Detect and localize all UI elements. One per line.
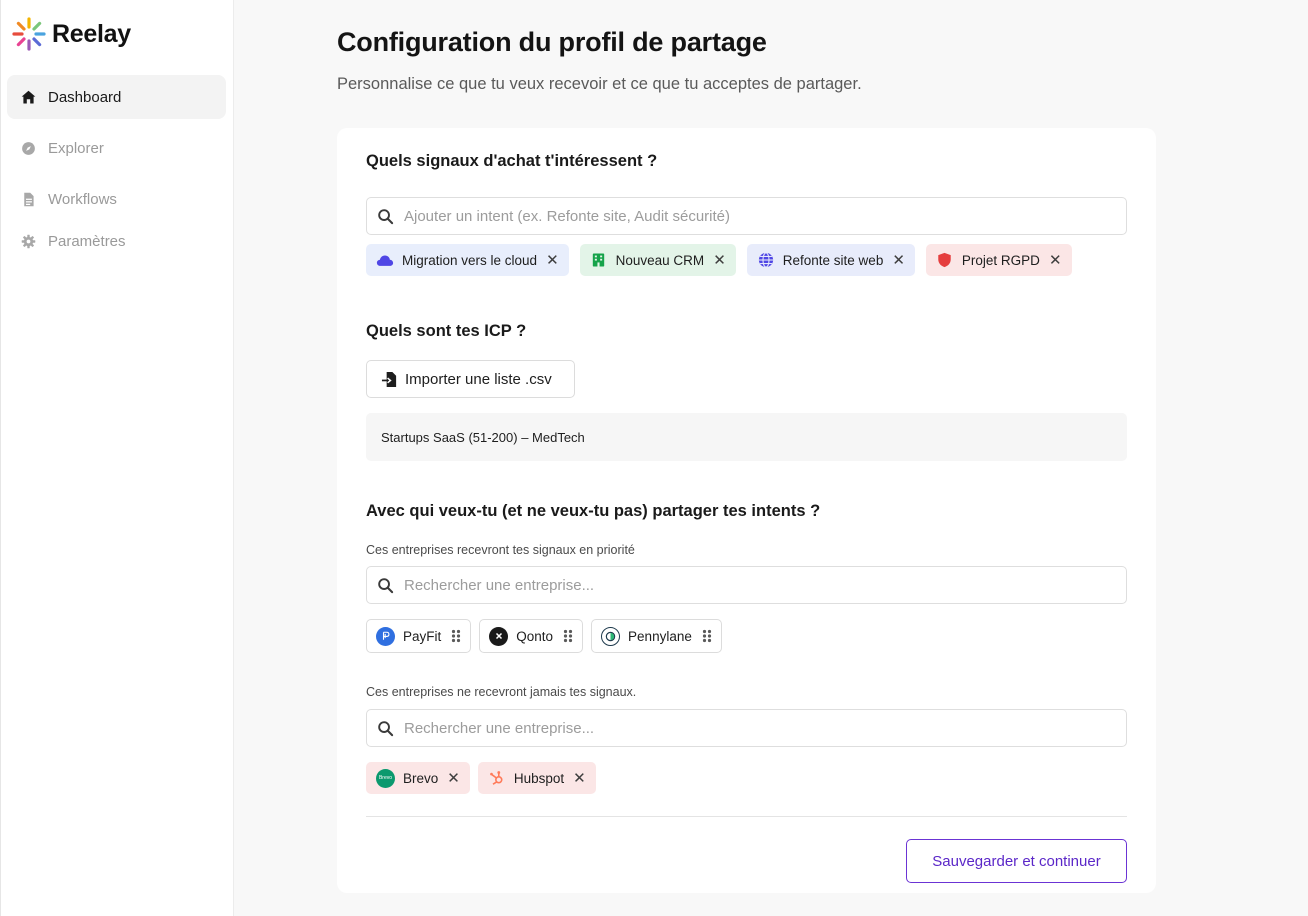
hubspot-logo-icon [488, 769, 506, 787]
file-import-icon [381, 371, 398, 388]
intent-tags: Migration vers le cloud ✕ Nouveau CRM ✕ … [366, 244, 1072, 276]
save-and-continue-button[interactable]: Sauvegarder et continuer [906, 839, 1127, 883]
drag-handle-icon[interactable] [451, 629, 461, 643]
intent-search-input[interactable] [404, 207, 1126, 225]
search-icon [377, 720, 394, 737]
payfit-logo-icon [376, 626, 395, 646]
close-icon[interactable]: ✕ [573, 771, 586, 786]
brand-name: Reelay [52, 19, 131, 48]
building-icon [590, 251, 608, 269]
company-name: Hubspot [513, 770, 565, 786]
sidebar-item-label: Workflows [48, 190, 117, 208]
globe-icon [757, 251, 775, 269]
gear-icon [20, 233, 37, 250]
sidebar-item-workflows[interactable]: Workflows [7, 177, 226, 221]
cloud-icon [376, 251, 394, 269]
priority-label: Ces entreprises recevront tes signaux en… [366, 543, 635, 557]
document-icon [20, 191, 37, 208]
close-icon[interactable]: ✕ [892, 253, 905, 268]
tag-label: Nouveau CRM [615, 252, 705, 268]
close-icon[interactable]: ✕ [546, 253, 559, 268]
company-chip-qonto[interactable]: Qonto [479, 619, 584, 653]
intent-tag-crm[interactable]: Nouveau CRM ✕ [579, 244, 736, 276]
import-csv-button[interactable]: Importer une liste .csv [366, 360, 575, 398]
priority-company-search-field[interactable] [366, 566, 1127, 604]
tag-label: Refonte site web [782, 252, 884, 268]
icp-list-item[interactable]: Startups SaaS (51-200) – MedTech [366, 413, 1127, 461]
sidebar-item-parametres[interactable]: Paramètres [7, 219, 226, 263]
company-chip-hubspot[interactable]: Hubspot ✕ [477, 762, 596, 794]
intent-tag-web[interactable]: Refonte site web ✕ [746, 244, 915, 276]
company-name: PayFit [403, 628, 442, 644]
brand-logo[interactable]: Reelay [11, 16, 131, 52]
close-icon[interactable]: ✕ [447, 771, 460, 786]
close-icon[interactable]: ✕ [713, 253, 726, 268]
company-chip-brevo[interactable]: Brevo Brevo ✕ [366, 762, 470, 794]
sidebar: Reelay Dashboard Explorer Workflows Para… [0, 0, 234, 916]
intent-search-field[interactable] [366, 197, 1127, 235]
sidebar-item-dashboard[interactable]: Dashboard [7, 75, 226, 119]
sidebar-item-label: Paramètres [48, 232, 126, 250]
tag-label: Projet RGPD [961, 252, 1040, 268]
search-icon [377, 208, 394, 225]
company-name: Pennylane [628, 628, 692, 644]
intent-tag-rgpd[interactable]: Projet RGPD ✕ [925, 244, 1072, 276]
close-icon[interactable]: ✕ [1049, 253, 1062, 268]
company-name: Qonto [516, 628, 554, 644]
company-chip-payfit[interactable]: PayFit [366, 619, 472, 653]
sidebar-item-label: Explorer [48, 139, 104, 157]
page-subtitle: Personnalise ce que tu veux recevoir et … [337, 75, 862, 93]
divider [366, 816, 1127, 817]
sidebar-item-explorer[interactable]: Explorer [7, 126, 226, 170]
tag-label: Migration vers le cloud [402, 252, 538, 268]
home-icon [20, 89, 37, 106]
shield-icon [936, 251, 954, 269]
intent-tag-cloud[interactable]: Migration vers le cloud ✕ [366, 244, 569, 276]
drag-handle-icon[interactable] [702, 629, 712, 643]
intents-section-title: Quels signaux d'achat t'intéressent ? [366, 152, 658, 170]
settings-card: Quels signaux d'achat t'intéressent ? Mi… [337, 128, 1156, 893]
page-title: Configuration du profil de partage [337, 27, 767, 57]
reelay-logo-icon [12, 17, 46, 51]
qonto-logo-icon [489, 626, 509, 646]
brevo-logo-icon: Brevo [376, 768, 395, 788]
drag-handle-icon[interactable] [563, 629, 573, 643]
priority-company-search-input[interactable] [404, 576, 1126, 594]
sharing-section-title: Avec qui veux-tu (et ne veux-tu pas) par… [366, 502, 821, 520]
blocked-company-search-input[interactable] [404, 719, 1126, 737]
pennylane-logo-icon [601, 626, 621, 646]
blocked-company-search-field[interactable] [366, 709, 1127, 747]
icp-item-label: Startups SaaS (51-200) – MedTech [381, 429, 585, 445]
import-csv-label: Importer une liste .csv [405, 370, 552, 388]
icp-section-title: Quels sont tes ICP ? [366, 322, 527, 340]
search-icon [377, 577, 394, 594]
compass-icon [20, 140, 37, 157]
blocked-companies: Brevo Brevo ✕ Hubspot ✕ [366, 762, 596, 794]
priority-companies: PayFit Qonto Pennylane [366, 619, 722, 653]
blocked-label: Ces entreprises ne recevront jamais tes … [366, 685, 637, 699]
sidebar-item-label: Dashboard [48, 88, 122, 106]
company-name: Brevo [403, 770, 439, 786]
company-chip-pennylane[interactable]: Pennylane [591, 619, 722, 653]
